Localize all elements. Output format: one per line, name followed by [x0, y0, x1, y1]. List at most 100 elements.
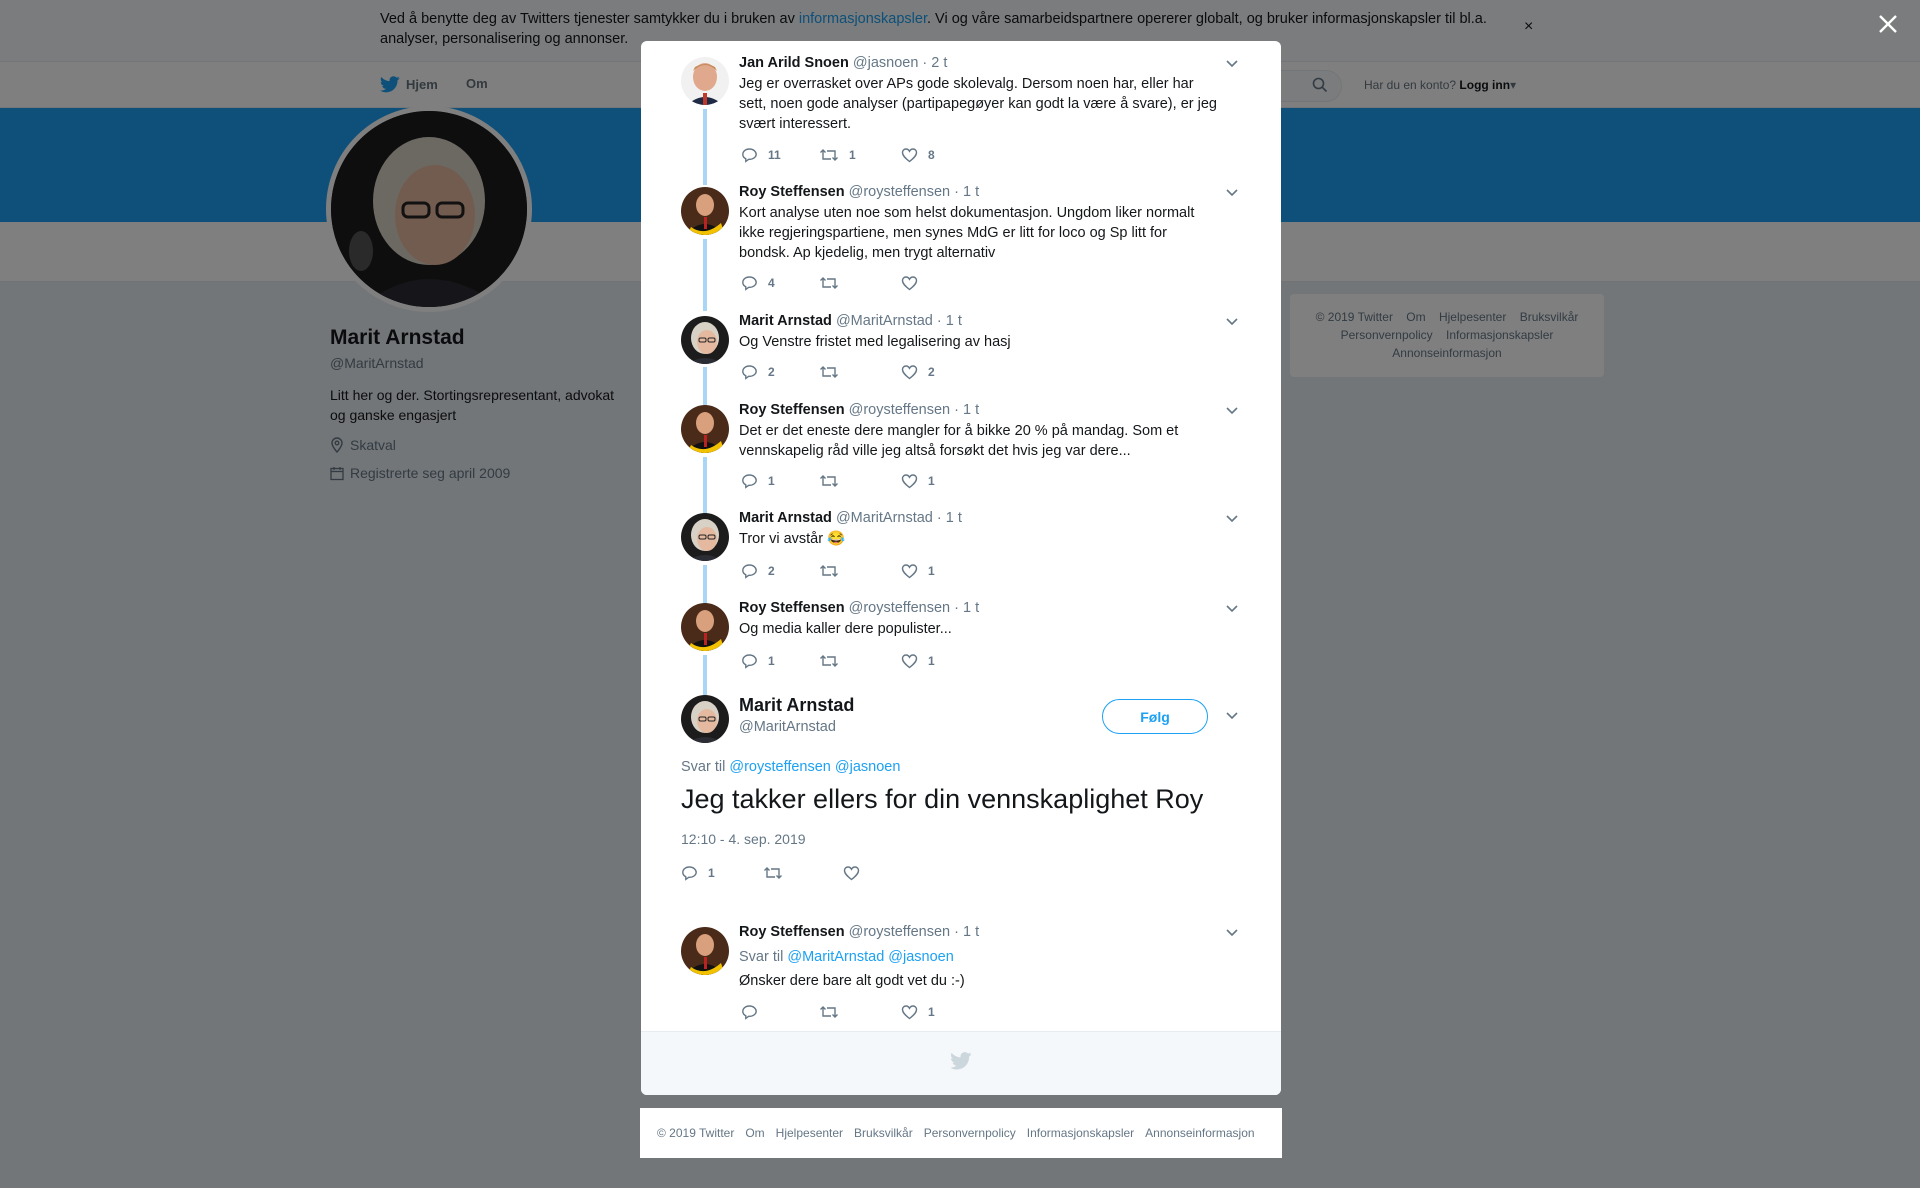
like-count: 1: [928, 1005, 935, 1019]
reply-user-links[interactable]: @MaritArnstad @jasnoen: [787, 949, 953, 965]
avatar[interactable]: [681, 927, 729, 975]
retweet-button[interactable]: [819, 364, 849, 380]
like-count: 1: [928, 474, 935, 488]
footer-link[interactable]: Personvernpolicy: [924, 1126, 1016, 1140]
heart-icon: [901, 276, 918, 291]
reply-user-links[interactable]: @roysteffensen @jasnoen: [729, 759, 900, 775]
tweet-time[interactable]: · 1 t: [954, 600, 979, 616]
permalink-author-name[interactable]: Marit Arnstad: [739, 695, 854, 716]
tweet-header: Marit Arnstad @MaritArnstad · 1 t: [739, 313, 962, 329]
heart-icon: [901, 148, 918, 163]
retweet-button[interactable]: [819, 275, 849, 291]
avatar[interactable]: [681, 316, 729, 364]
like-button[interactable]: 1: [901, 473, 935, 489]
close-icon[interactable]: [1876, 12, 1900, 36]
reply-context: Svar til @roysteffensen @jasnoen: [681, 759, 900, 775]
like-button[interactable]: 1: [901, 1004, 935, 1020]
tweet-time[interactable]: · 1 t: [954, 184, 979, 200]
reply-context: Svar til @MaritArnstad @jasnoen: [739, 947, 1219, 967]
reply-icon: [742, 1005, 757, 1020]
reply-icon: [742, 148, 757, 163]
avatar[interactable]: [681, 57, 729, 105]
chevron-down-icon[interactable]: [1225, 514, 1239, 524]
retweet-button[interactable]: [819, 563, 849, 579]
tweet-header: Marit Arnstad @MaritArnstad · 1 t: [739, 510, 962, 526]
reply-button[interactable]: 1: [681, 865, 715, 881]
tweet-time[interactable]: · 1 t: [937, 510, 962, 526]
chevron-down-icon[interactable]: [1225, 188, 1239, 198]
chevron-down-icon[interactable]: [1225, 59, 1239, 69]
tweet-time[interactable]: · 2 t: [922, 55, 947, 71]
footer-link[interactable]: Informasjonskapsler: [1027, 1126, 1134, 1140]
tweet-text: Og Venstre fristet med legalisering av h…: [739, 334, 1011, 350]
reply-count: 1: [768, 474, 775, 488]
tweet-time[interactable]: · 1 t: [954, 402, 979, 418]
permalink-tweet-text: Jeg takker ellers for din vennskaplighet…: [681, 784, 1204, 814]
like-button[interactable]: [843, 865, 870, 881]
tweet-author-handle[interactable]: @roysteffensen: [849, 600, 951, 616]
footer-link[interactable]: Om: [745, 1126, 764, 1140]
footer-link[interactable]: Hjelpesenter: [776, 1126, 843, 1140]
avatar[interactable]: [681, 603, 729, 651]
tweet-author-handle[interactable]: @jasnoen: [853, 55, 919, 71]
tweet-author-handle[interactable]: @roysteffensen: [849, 924, 951, 940]
tweet-author-handle[interactable]: @MaritArnstad: [836, 313, 933, 329]
tweet-author-handle[interactable]: @roysteffensen: [849, 184, 951, 200]
tweet-time[interactable]: · 1 t: [937, 313, 962, 329]
avatar[interactable]: [681, 405, 729, 453]
chevron-down-icon[interactable]: [1225, 928, 1239, 938]
reply-button[interactable]: 1: [741, 653, 775, 669]
retweet-icon: [820, 475, 838, 487]
reply-button[interactable]: 11: [741, 147, 781, 163]
reply-icon: [742, 276, 757, 291]
avatar[interactable]: [681, 695, 729, 743]
like-button[interactable]: 8: [901, 147, 935, 163]
permalink-tweet-date[interactable]: 12:10 - 4. sep. 2019: [681, 831, 806, 847]
avatar[interactable]: [681, 513, 729, 561]
tweet-author-name[interactable]: Roy Steffensen: [739, 184, 845, 200]
chevron-down-icon[interactable]: [1225, 711, 1239, 721]
thread-line: [703, 239, 707, 311]
tweet-author-name[interactable]: Jan Arild Snoen: [739, 55, 849, 71]
tweet-author-name[interactable]: Roy Steffensen: [739, 402, 845, 418]
like-button[interactable]: [901, 275, 928, 291]
reply-button[interactable]: 2: [741, 563, 775, 579]
like-count: 8: [928, 148, 935, 162]
tweet-author-handle[interactable]: @MaritArnstad: [836, 510, 933, 526]
reply-button[interactable]: 1: [741, 473, 775, 489]
retweet-icon: [820, 366, 838, 378]
avatar[interactable]: [681, 187, 729, 235]
retweet-button[interactable]: [763, 865, 793, 881]
tweet-author-name[interactable]: Marit Arnstad: [739, 510, 832, 526]
tweet-time[interactable]: · 1 t: [954, 924, 979, 940]
reply-button[interactable]: [741, 1004, 768, 1020]
retweet-button[interactable]: 1: [819, 147, 856, 163]
footer-link[interactable]: Bruksvilkår: [854, 1126, 913, 1140]
tweet-author-handle[interactable]: @roysteffensen: [849, 402, 951, 418]
tweet-author-name[interactable]: Roy Steffensen: [739, 924, 845, 940]
chevron-down-icon[interactable]: [1225, 317, 1239, 327]
permalink-author-handle[interactable]: @MaritArnstad: [739, 719, 836, 735]
tweet-author-name[interactable]: Roy Steffensen: [739, 600, 845, 616]
tweet-header: Roy Steffensen @roysteffensen · 1 t: [739, 600, 979, 616]
footer-link[interactable]: Annonseinformasjon: [1145, 1126, 1254, 1140]
heart-icon: [901, 564, 918, 579]
like-button[interactable]: 1: [901, 563, 935, 579]
retweet-button[interactable]: [819, 473, 849, 489]
chevron-down-icon[interactable]: [1225, 604, 1239, 614]
thread-line: [703, 457, 707, 519]
chevron-down-icon[interactable]: [1225, 406, 1239, 416]
like-button[interactable]: 2: [901, 364, 935, 380]
tweet-text: Jeg er overrasket over APs gode skoleval…: [739, 76, 1217, 132]
reply-button[interactable]: 2: [741, 364, 775, 380]
follow-button[interactable]: Følg: [1102, 699, 1208, 734]
heart-icon: [901, 654, 918, 669]
retweet-button[interactable]: [819, 653, 849, 669]
like-button[interactable]: 1: [901, 653, 935, 669]
twitter-bird-icon: [950, 1052, 972, 1070]
thread-line: [703, 109, 707, 185]
tweet-author-name[interactable]: Marit Arnstad: [739, 313, 832, 329]
retweet-icon: [820, 277, 838, 289]
retweet-button[interactable]: [819, 1004, 849, 1020]
reply-button[interactable]: 4: [741, 275, 775, 291]
